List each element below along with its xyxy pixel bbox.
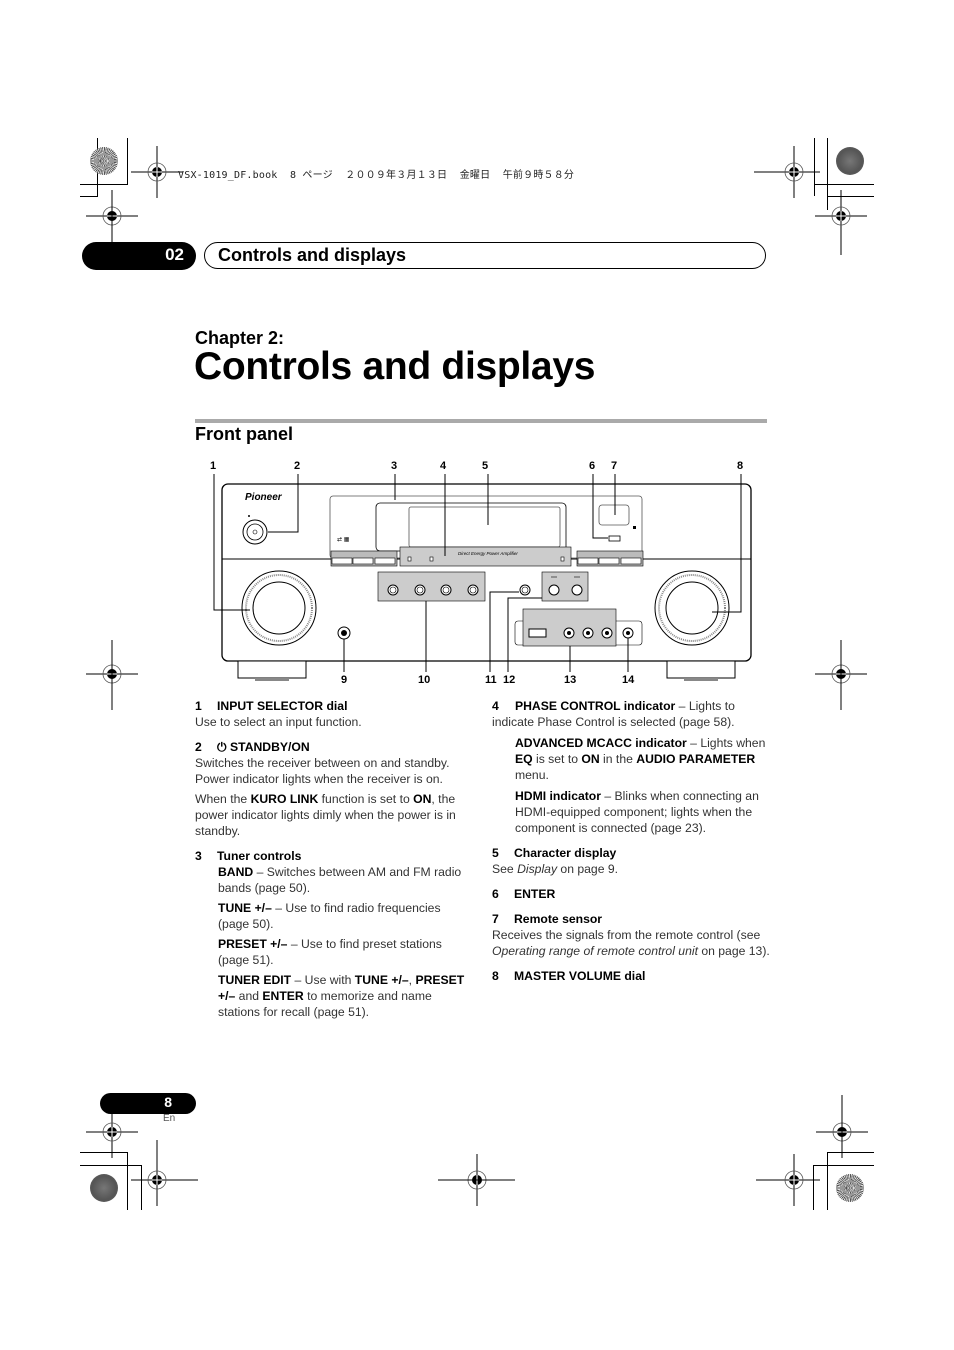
- item-heading: 8 MASTER VOLUME dial: [492, 969, 646, 983]
- panel-label-text: Direct Energy Power Amplifier: [458, 551, 518, 556]
- pioneer-logo: Pioneer: [245, 492, 283, 503]
- remote-sensor: [598, 504, 630, 526]
- tuner-edit-description: TUNER EDIT – Use with TUNE +/–, PRESET +…: [218, 973, 465, 1019]
- item-heading: 1 INPUT SELECTOR dial: [195, 699, 348, 713]
- usb-port: [528, 628, 547, 638]
- auto-direct-button: [519, 584, 531, 596]
- mcacc-indicator: [429, 556, 434, 562]
- item-heading: 5 Character display: [492, 846, 617, 860]
- description-column-left: 1 INPUT SELECTOR dial Use to select an in…: [195, 692, 475, 1020]
- mcacc-description: ADVANCED MCACC indicator – Lights when E…: [515, 736, 766, 782]
- hdmi-description: HDMI indicator – Blinks when connecting …: [515, 789, 759, 835]
- svg-text:⇄ ▦: ⇄ ▦: [337, 536, 350, 543]
- character-display: [408, 506, 561, 548]
- item-heading: 2 ⏻ STANDBY/ON: [195, 740, 310, 754]
- right-foot: [666, 660, 736, 679]
- item-body: When the KURO LINK function is set to ON…: [195, 792, 456, 838]
- phase-control-description: 4 PHASE CONTROL indicator – Lights to ind…: [492, 699, 735, 729]
- enter-button: [608, 535, 621, 542]
- left-foot: [237, 660, 307, 679]
- front-input-panel: [522, 608, 617, 647]
- item-body: See Display on page 9.: [492, 862, 619, 876]
- power-icon: ⏻: [217, 740, 227, 754]
- band-description: BAND – Switches between AM and FM radio …: [218, 865, 462, 895]
- item-heading: 7 Remote sensor: [492, 912, 603, 926]
- page-number-tab: 8: [100, 1093, 196, 1114]
- page-language: En: [163, 1113, 176, 1124]
- page-number: 8: [164, 1094, 172, 1110]
- indicator-strip: [399, 546, 572, 567]
- hdmi-indicator: [560, 556, 565, 562]
- receiver-illustration: Pioneer ⇄ ▦ Direct Energy Power Amplifie…: [213, 474, 752, 681]
- item-body: Switches the receiver between on and sta…: [195, 756, 450, 786]
- preset-description: PRESET +/– – Use to find preset stations…: [218, 937, 442, 967]
- phase-control-indicator: [407, 556, 412, 562]
- tune-description: TUNE +/– – Use to find radio frequencies…: [218, 901, 441, 931]
- description-column-right: 4 PHASE CONTROL indicator – Lights to ind…: [492, 692, 770, 984]
- item-heading: 3 Tuner controls: [195, 849, 302, 863]
- item-body: Receives the signals from the remote con…: [492, 928, 770, 958]
- item-heading: 6 ENTER: [492, 887, 556, 901]
- item-body: Use to select an input function.: [195, 715, 362, 729]
